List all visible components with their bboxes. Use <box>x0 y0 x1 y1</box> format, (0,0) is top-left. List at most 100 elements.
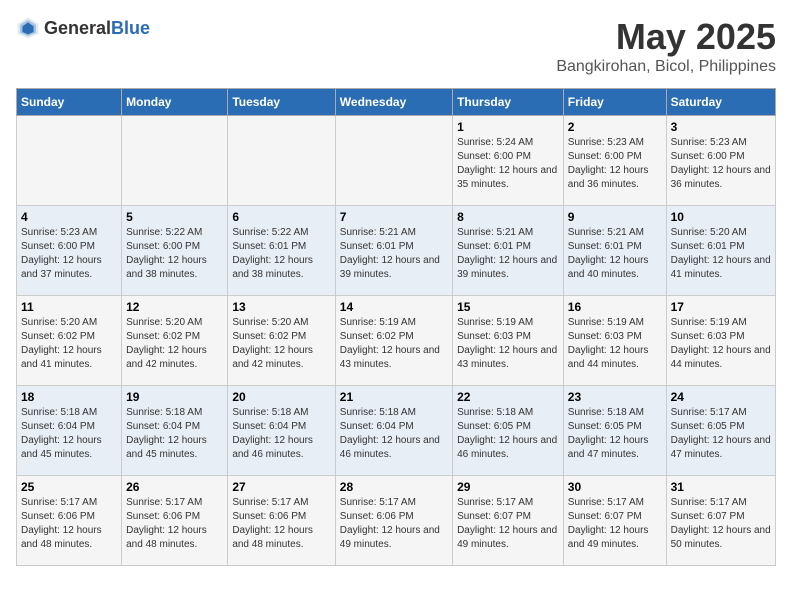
day-number: 13 <box>232 300 330 314</box>
day-number: 28 <box>340 480 448 494</box>
day-number: 25 <box>21 480 117 494</box>
day-number: 16 <box>568 300 662 314</box>
day-number: 3 <box>671 120 771 134</box>
day-number: 11 <box>21 300 117 314</box>
calendar-cell-w0-d2 <box>228 116 335 206</box>
header-saturday: Saturday <box>666 89 775 116</box>
calendar-table: Sunday Monday Tuesday Wednesday Thursday… <box>16 88 776 566</box>
header-tuesday: Tuesday <box>228 89 335 116</box>
day-info: Sunrise: 5:23 AMSunset: 6:00 PMDaylight:… <box>21 226 117 282</box>
day-info: Sunrise: 5:18 AMSunset: 6:04 PMDaylight:… <box>126 406 223 462</box>
day-info: Sunrise: 5:20 AMSunset: 6:01 PMDaylight:… <box>671 226 771 282</box>
day-info: Sunrise: 5:18 AMSunset: 6:04 PMDaylight:… <box>232 406 330 462</box>
day-number: 31 <box>671 480 771 494</box>
logo-text: GeneralBlue <box>44 18 150 39</box>
day-info: Sunrise: 5:21 AMSunset: 6:01 PMDaylight:… <box>568 226 662 282</box>
calendar-cell-w0-d6: 3Sunrise: 5:23 AMSunset: 6:00 PMDaylight… <box>666 116 775 206</box>
day-info: Sunrise: 5:17 AMSunset: 6:06 PMDaylight:… <box>232 496 330 552</box>
title-area: May 2025 Bangkirohan, Bicol, Philippines <box>556 16 776 76</box>
calendar-cell-w3-d0: 18Sunrise: 5:18 AMSunset: 6:04 PMDayligh… <box>17 386 122 476</box>
logo: GeneralBlue <box>16 16 150 40</box>
week-row-2: 11 Sunrise: 5:20 AMSunset: 6:02 PMDayligh… <box>17 296 776 386</box>
day-info: Sunrise: 5:18 AMSunset: 6:05 PMDaylight:… <box>457 406 559 462</box>
calendar-cell-w2-d5: 16 Sunrise: 5:19 AMSunset: 6:03 PMDayligh… <box>563 296 666 386</box>
day-number: 26 <box>126 480 223 494</box>
day-info: Sunrise: 5:17 AMSunset: 6:05 PMDaylight:… <box>671 406 771 462</box>
day-info: Sunrise: 5:17 AMSunset: 6:06 PMDaylight:… <box>126 496 223 552</box>
calendar-cell-w4-d0: 25 Sunrise: 5:17 AMSunset: 6:06 PMDayligh… <box>17 476 122 566</box>
day-number: 1 <box>457 120 559 134</box>
day-number: 17 <box>671 300 771 314</box>
day-info: Sunrise: 5:17 AMSunset: 6:06 PMDaylight:… <box>340 496 448 552</box>
calendar-cell-w2-d1: 12Sunrise: 5:20 AMSunset: 6:02 PMDayligh… <box>122 296 228 386</box>
header-wednesday: Wednesday <box>335 89 452 116</box>
day-number: 22 <box>457 390 559 404</box>
calendar-cell-w4-d3: 28 Sunrise: 5:17 AMSunset: 6:06 PMDayligh… <box>335 476 452 566</box>
calendar-cell-w1-d5: 9Sunrise: 5:21 AMSunset: 6:01 PMDaylight… <box>563 206 666 296</box>
day-info: Sunrise: 5:23 AMSunset: 6:00 PMDaylight:… <box>568 136 662 192</box>
day-number: 10 <box>671 210 771 224</box>
day-number: 5 <box>126 210 223 224</box>
day-info: Sunrise: 5:19 AMSunset: 6:03 PMDaylight:… <box>671 316 771 372</box>
calendar-cell-w1-d6: 10 Sunrise: 5:20 AMSunset: 6:01 PMDayligh… <box>666 206 775 296</box>
calendar-cell-w2-d4: 15 Sunrise: 5:19 AMSunset: 6:03 PMDayligh… <box>453 296 564 386</box>
calendar-cell-w1-d0: 4 Sunrise: 5:23 AMSunset: 6:00 PMDaylight… <box>17 206 122 296</box>
day-number: 19 <box>126 390 223 404</box>
calendar-cell-w1-d1: 5 Sunrise: 5:22 AMSunset: 6:00 PMDaylight… <box>122 206 228 296</box>
logo-icon <box>16 16 40 40</box>
day-info: Sunrise: 5:20 AMSunset: 6:02 PMDaylight:… <box>232 316 330 372</box>
day-info: Sunrise: 5:19 AMSunset: 6:03 PMDaylight:… <box>457 316 559 372</box>
page-header: GeneralBlue May 2025 Bangkirohan, Bicol,… <box>16 16 776 76</box>
calendar-cell-w4-d6: 31 Sunrise: 5:17 AMSunset: 6:07 PMDayligh… <box>666 476 775 566</box>
header-sunday: Sunday <box>17 89 122 116</box>
calendar-cell-w2-d3: 14 Sunrise: 5:19 AMSunset: 6:02 PMDayligh… <box>335 296 452 386</box>
day-number: 20 <box>232 390 330 404</box>
day-number: 29 <box>457 480 559 494</box>
day-info: Sunrise: 5:18 AMSunset: 6:04 PMDaylight:… <box>340 406 448 462</box>
header-friday: Friday <box>563 89 666 116</box>
day-info: Sunrise: 5:17 AMSunset: 6:07 PMDaylight:… <box>457 496 559 552</box>
day-number: 8 <box>457 210 559 224</box>
day-number: 23 <box>568 390 662 404</box>
day-info: Sunrise: 5:21 AMSunset: 6:01 PMDaylight:… <box>340 226 448 282</box>
day-info: Sunrise: 5:21 AMSunset: 6:01 PMDaylight:… <box>457 226 559 282</box>
day-info: Sunrise: 5:17 AMSunset: 6:07 PMDaylight:… <box>671 496 771 552</box>
day-number: 14 <box>340 300 448 314</box>
calendar-cell-w0-d5: 2 Sunrise: 5:23 AMSunset: 6:00 PMDaylight… <box>563 116 666 206</box>
day-info: Sunrise: 5:19 AMSunset: 6:02 PMDaylight:… <box>340 316 448 372</box>
day-info: Sunrise: 5:18 AMSunset: 6:05 PMDaylight:… <box>568 406 662 462</box>
page-title: May 2025 <box>556 16 776 58</box>
day-info: Sunrise: 5:22 AMSunset: 6:00 PMDaylight:… <box>126 226 223 282</box>
day-number: 30 <box>568 480 662 494</box>
calendar-cell-w2-d6: 17 Sunrise: 5:19 AMSunset: 6:03 PMDayligh… <box>666 296 775 386</box>
calendar-cell-w3-d4: 22 Sunrise: 5:18 AMSunset: 6:05 PMDayligh… <box>453 386 564 476</box>
day-info: Sunrise: 5:20 AMSunset: 6:02 PMDaylight:… <box>126 316 223 372</box>
day-info: Sunrise: 5:19 AMSunset: 6:03 PMDaylight:… <box>568 316 662 372</box>
day-number: 18 <box>21 390 117 404</box>
calendar-cell-w1-d4: 8 Sunrise: 5:21 AMSunset: 6:01 PMDaylight… <box>453 206 564 296</box>
header-thursday: Thursday <box>453 89 564 116</box>
day-info: Sunrise: 5:24 AMSunset: 6:00 PMDaylight:… <box>457 136 559 192</box>
day-info: Sunrise: 5:17 AMSunset: 6:06 PMDaylight:… <box>21 496 117 552</box>
calendar-cell-w3-d5: 23 Sunrise: 5:18 AMSunset: 6:05 PMDayligh… <box>563 386 666 476</box>
weekday-header-row: Sunday Monday Tuesday Wednesday Thursday… <box>17 89 776 116</box>
calendar-cell-w0-d0 <box>17 116 122 206</box>
day-number: 2 <box>568 120 662 134</box>
calendar-cell-w4-d2: 27 Sunrise: 5:17 AMSunset: 6:06 PMDayligh… <box>228 476 335 566</box>
calendar-cell-w1-d3: 7Sunrise: 5:21 AMSunset: 6:01 PMDaylight… <box>335 206 452 296</box>
day-number: 27 <box>232 480 330 494</box>
calendar-cell-w3-d6: 24 Sunrise: 5:17 AMSunset: 6:05 PMDayligh… <box>666 386 775 476</box>
calendar-cell-w3-d3: 21Sunrise: 5:18 AMSunset: 6:04 PMDayligh… <box>335 386 452 476</box>
day-number: 15 <box>457 300 559 314</box>
day-info: Sunrise: 5:20 AMSunset: 6:02 PMDaylight:… <box>21 316 117 372</box>
calendar-cell-w0-d1 <box>122 116 228 206</box>
calendar-cell-w4-d4: 29 Sunrise: 5:17 AMSunset: 6:07 PMDayligh… <box>453 476 564 566</box>
day-number: 24 <box>671 390 771 404</box>
logo-blue: Blue <box>111 18 150 38</box>
calendar-cell-w0-d3 <box>335 116 452 206</box>
day-info: Sunrise: 5:22 AMSunset: 6:01 PMDaylight:… <box>232 226 330 282</box>
logo-general: General <box>44 18 111 38</box>
day-number: 4 <box>21 210 117 224</box>
calendar-cell-w4-d5: 30Sunrise: 5:17 AMSunset: 6:07 PMDayligh… <box>563 476 666 566</box>
calendar-cell-w4-d1: 26 Sunrise: 5:17 AMSunset: 6:06 PMDayligh… <box>122 476 228 566</box>
